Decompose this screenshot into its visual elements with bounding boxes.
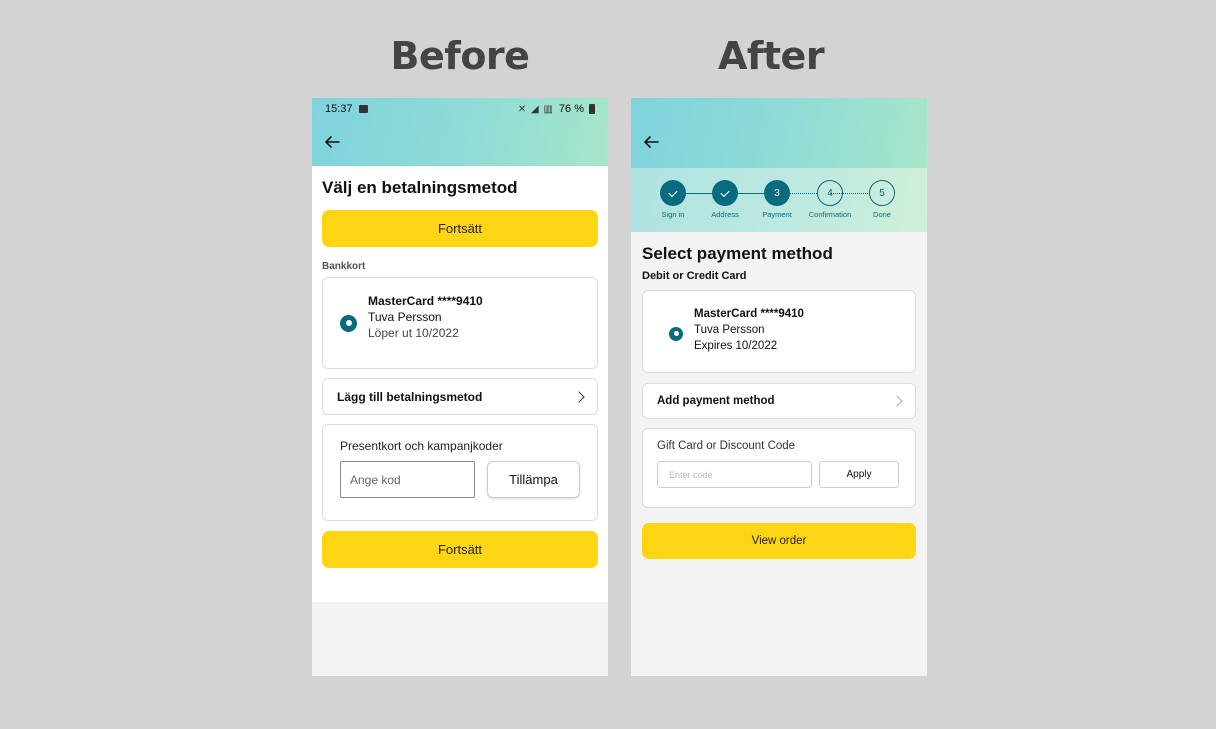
- chevron-right-icon: [573, 390, 585, 403]
- status-bar: 15:37 ✕ ◢ ▥ 76 %: [312, 98, 608, 120]
- code-input[interactable]: Ange kod: [340, 461, 475, 498]
- main-content: Select payment method Debit or Credit Ca…: [631, 232, 927, 559]
- step-2-address: [712, 180, 738, 206]
- check-icon: [720, 187, 730, 197]
- step-label: Sign in: [661, 210, 685, 219]
- add-payment-label: Lägg till betalningsmetod: [337, 389, 483, 404]
- status-time: 15:37: [325, 103, 353, 115]
- card-name: MasterCard ****9410: [694, 308, 804, 320]
- card-expiry: Löper ut 10/2022: [368, 326, 459, 340]
- after-phone-screen: 3 4 5 Sign in Address Payment Confirmati…: [631, 98, 927, 676]
- payment-card-option[interactable]: MasterCard ****9410 Tuva Persson Expires…: [642, 290, 916, 373]
- card-expiry: Expires 10/2022: [694, 340, 778, 352]
- check-icon: [668, 187, 678, 197]
- page-title: Välj en betalningsmetod: [322, 178, 518, 197]
- card-holder: Tuva Persson: [694, 324, 765, 336]
- step-label: Done: [873, 210, 891, 219]
- after-heading: After: [717, 34, 825, 78]
- back-arrow-icon[interactable]: [641, 132, 661, 152]
- app-header: 15:37 ✕ ◢ ▥ 76 %: [312, 98, 608, 166]
- image-notification-icon: [358, 105, 368, 113]
- signal-icons: ✕ ◢ ▥: [517, 103, 554, 115]
- add-payment-method-button[interactable]: Add payment method: [642, 383, 916, 419]
- before-phone-screen: 15:37 ✕ ◢ ▥ 76 % Välj en betalningsmetod…: [312, 98, 608, 676]
- step-1-sign-in: [660, 180, 686, 206]
- add-payment-method-button[interactable]: Lägg till betalningsmetod: [322, 378, 598, 415]
- card-holder: Tuva Persson: [368, 310, 442, 324]
- step-5-done: 5: [869, 180, 895, 206]
- app-header: [631, 98, 927, 168]
- step-3-payment: 3: [764, 180, 790, 206]
- add-payment-label: Add payment method: [657, 395, 775, 407]
- continue-button[interactable]: Fortsätt: [322, 210, 598, 247]
- step-label: Payment: [762, 210, 792, 219]
- page-title: Select payment method: [642, 244, 833, 263]
- card-name: MasterCard ****9410: [368, 294, 483, 308]
- battery-percent: 76 %: [558, 103, 584, 115]
- section-label: Bankkort: [322, 261, 366, 272]
- step-label: Address: [711, 210, 739, 219]
- apply-button[interactable]: Tillämpa: [487, 461, 580, 498]
- checkout-stepper: 3 4 5 Sign in Address Payment Confirmati…: [631, 168, 927, 232]
- payment-card-option[interactable]: MasterCard ****9410 Tuva Persson Löper u…: [322, 277, 598, 369]
- apply-button[interactable]: Apply: [819, 461, 899, 488]
- code-input[interactable]: Enter code: [657, 461, 812, 488]
- continue-button-bottom[interactable]: Fortsätt: [322, 531, 598, 568]
- back-arrow-icon[interactable]: [322, 132, 342, 152]
- radio-selected-icon[interactable]: [340, 314, 357, 332]
- gift-card-label: Presentkort och kampanjkoder: [340, 439, 503, 453]
- step-4-confirmation: 4: [817, 180, 843, 206]
- step-label: Confirmation: [808, 210, 852, 219]
- battery-icon: [589, 104, 595, 114]
- gift-card-label: Gift Card or Discount Code: [657, 440, 796, 452]
- section-label: Debit or Credit Card: [642, 270, 747, 282]
- chevron-right-icon: [891, 395, 903, 407]
- main-content: Välj en betalningsmetod Fortsätt Bankkor…: [312, 166, 608, 602]
- gift-card-section: Gift Card or Discount Code Enter code Ap…: [642, 428, 916, 508]
- view-order-button[interactable]: View order: [642, 523, 916, 559]
- radio-selected-icon[interactable]: [669, 326, 683, 341]
- before-heading: Before: [390, 34, 530, 78]
- gift-card-section: Presentkort och kampanjkoder Ange kod Ti…: [322, 424, 598, 521]
